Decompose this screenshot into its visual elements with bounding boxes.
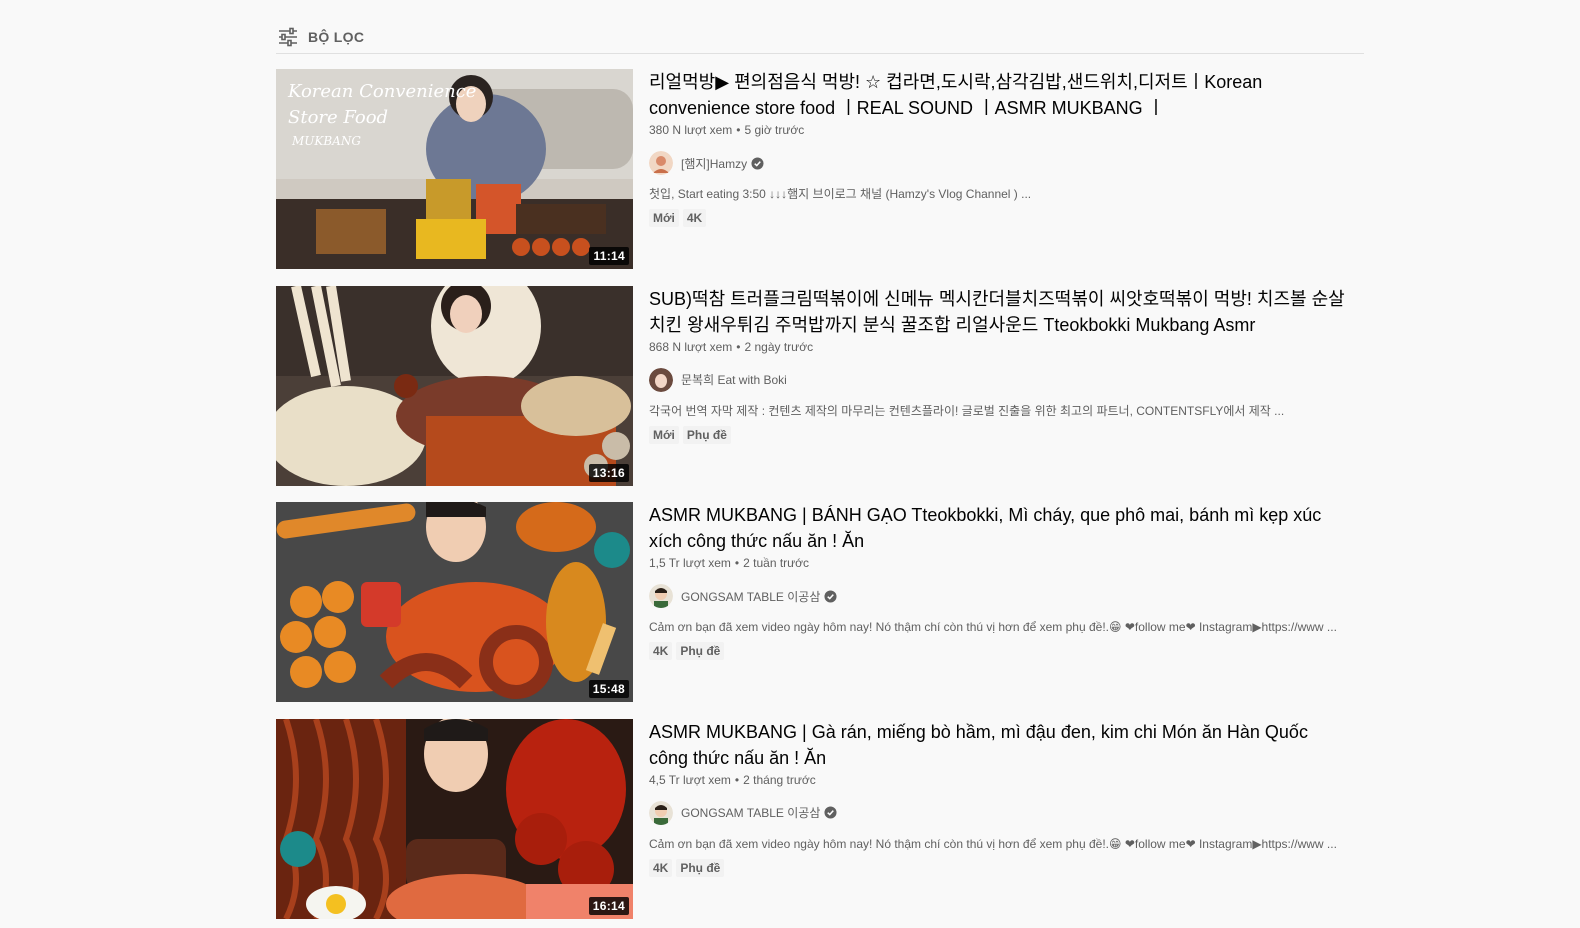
video-title[interactable]: ASMR MUKBANG | Gà rán, miếng bò hầm, mì … bbox=[649, 719, 1349, 771]
channel-avatar[interactable] bbox=[649, 151, 673, 175]
video-description: Cảm ơn bạn đã xem video ngày hôm nay! Nó… bbox=[649, 620, 1337, 634]
upload-age: 2 ngày trước bbox=[744, 339, 814, 354]
filter-sliders-icon bbox=[279, 27, 297, 46]
channel-link[interactable]: GONGSAM TABLE 이공삼 bbox=[649, 800, 1349, 825]
thumb-text-1: Korean Convenience bbox=[287, 81, 476, 102]
search-results: Korean Convenience Store Food MUKBANG 11… bbox=[276, 69, 1364, 928]
video-result[interactable]: Korean Convenience Store Food MUKBANG 11… bbox=[276, 69, 1364, 269]
badge-list: 4K Phụ đề bbox=[649, 858, 1349, 877]
filter-button[interactable]: BỘ LỌC bbox=[276, 20, 1364, 54]
video-duration: 16:14 bbox=[588, 896, 629, 915]
video-result[interactable]: 15:48 ASMR MUKBANG | BÁNH GẠO Tteokbokki… bbox=[276, 502, 1364, 702]
video-description: Cảm ơn bạn đã xem video ngày hôm nay! Nó… bbox=[649, 836, 1337, 851]
thumbnail-image bbox=[276, 718, 633, 919]
verified-badge-icon bbox=[751, 156, 764, 170]
video-meta: 380 N lượt xem • 5 giờ trước bbox=[649, 123, 805, 137]
video-info: SUB)떡참 트러플크림떡볶이에 신메뉴 멕시칸더블치즈떡볶이 씨앗호떡볶이 먹… bbox=[649, 286, 1349, 486]
badge-subtitles: Phụ đề bbox=[676, 642, 725, 660]
channel-name[interactable]: GONGSAM TABLE 이공삼 bbox=[681, 804, 820, 821]
view-count: 868 N lượt xem bbox=[649, 339, 733, 354]
badge-4k: 4K bbox=[649, 642, 673, 660]
view-count: 380 N lượt xem bbox=[649, 123, 733, 137]
video-meta: 868 N lượt xem • 2 ngày trước bbox=[649, 339, 814, 354]
filter-label: BỘ LỌC bbox=[308, 28, 365, 45]
view-count: 1,5 Tr lượt xem bbox=[649, 556, 731, 570]
video-duration: 15:48 bbox=[588, 680, 629, 698]
view-count: 4,5 Tr lượt xem bbox=[649, 772, 731, 787]
channel-link[interactable]: GONGSAM TABLE 이공삼 bbox=[649, 584, 1349, 608]
video-duration: 13:16 bbox=[588, 463, 629, 482]
video-thumbnail[interactable]: 13:16 bbox=[276, 285, 633, 486]
verified-badge-icon bbox=[824, 589, 837, 603]
video-meta: 4,5 Tr lượt xem • 2 tháng trước bbox=[649, 772, 816, 787]
upload-age: 5 giờ trước bbox=[744, 123, 805, 137]
channel-name[interactable]: [햄지]Hamzy bbox=[681, 155, 747, 172]
video-info: ASMR MUKBANG | Gà rán, miếng bò hầm, mì … bbox=[649, 719, 1349, 919]
video-thumbnail[interactable]: Korean Convenience Store Food MUKBANG 11… bbox=[276, 69, 633, 269]
channel-link[interactable]: [햄지]Hamzy bbox=[649, 151, 1349, 175]
channel-link[interactable]: 문복희 Eat with Boki bbox=[649, 367, 1349, 392]
video-thumbnail[interactable]: 15:48 bbox=[276, 502, 633, 702]
badge-new: Mới bbox=[649, 425, 679, 444]
thumbnail-image: Korean Convenience Store Food MUKBANG bbox=[276, 69, 633, 269]
video-title[interactable]: ASMR MUKBANG | BÁNH GẠO Tteokbokki, Mì c… bbox=[649, 502, 1349, 554]
thumb-text-3: MUKBANG bbox=[291, 134, 361, 148]
video-result[interactable]: 16:14 ASMR MUKBANG | Gà rán, miếng bò hầ… bbox=[276, 718, 1364, 919]
video-duration: 11:14 bbox=[589, 247, 629, 265]
badge-4k: 4K bbox=[649, 858, 673, 877]
video-description: 첫입, Start eating 3:50 ↓↓↓햄지 브이로그 채널 (Ham… bbox=[649, 187, 1032, 201]
channel-avatar[interactable] bbox=[649, 584, 673, 608]
badge-subtitles: Phụ đề bbox=[682, 425, 731, 444]
badge-list: 4K Phụ đề bbox=[649, 642, 1349, 660]
video-title[interactable]: SUB)떡참 트러플크림떡볶이에 신메뉴 멕시칸더블치즈떡볶이 씨앗호떡볶이 먹… bbox=[649, 286, 1349, 338]
video-description: 각국어 번역 자막 제작 : 컨텐츠 제작의 마무리는 컨텐츠플라이! 글로벌 … bbox=[649, 403, 1285, 418]
channel-name[interactable]: GONGSAM TABLE 이공삼 bbox=[681, 588, 820, 605]
upload-age: 2 tuần trước bbox=[743, 556, 810, 570]
upload-age: 2 tháng trước bbox=[743, 772, 816, 787]
video-info: ASMR MUKBANG | BÁNH GẠO Tteokbokki, Mì c… bbox=[649, 502, 1349, 702]
badge-list: Mới Phụ đề bbox=[649, 425, 1349, 444]
video-result[interactable]: 13:16 SUB)떡참 트러플크림떡볶이에 신메뉴 멕시칸더블치즈떡볶이 씨앗… bbox=[276, 285, 1364, 486]
badge-4k: 4K bbox=[682, 209, 707, 227]
video-thumbnail[interactable]: 16:14 bbox=[276, 718, 633, 919]
badge-list: Mới 4K bbox=[649, 209, 1349, 227]
badge-new: Mới bbox=[649, 209, 679, 227]
channel-avatar[interactable] bbox=[649, 367, 673, 392]
verified-badge-icon bbox=[824, 806, 837, 819]
video-title[interactable]: 리얼먹방▶ 편의점음식 먹방! ☆ 컵라면,도시락,삼각김밥,샌드위치,디저트ㅣ… bbox=[649, 69, 1349, 121]
badge-subtitles: Phụ đề bbox=[676, 858, 725, 877]
channel-avatar[interactable] bbox=[649, 800, 673, 825]
video-meta: 1,5 Tr lượt xem • 2 tuần trước bbox=[649, 556, 810, 570]
channel-name[interactable]: 문복희 Eat with Boki bbox=[681, 371, 787, 388]
thumbnail-image bbox=[276, 502, 633, 702]
thumb-text-2: Store Food bbox=[288, 107, 388, 128]
video-info: 리얼먹방▶ 편의점음식 먹방! ☆ 컵라면,도시락,삼각김밥,샌드위치,디저트ㅣ… bbox=[649, 69, 1349, 269]
thumbnail-image bbox=[276, 285, 633, 486]
